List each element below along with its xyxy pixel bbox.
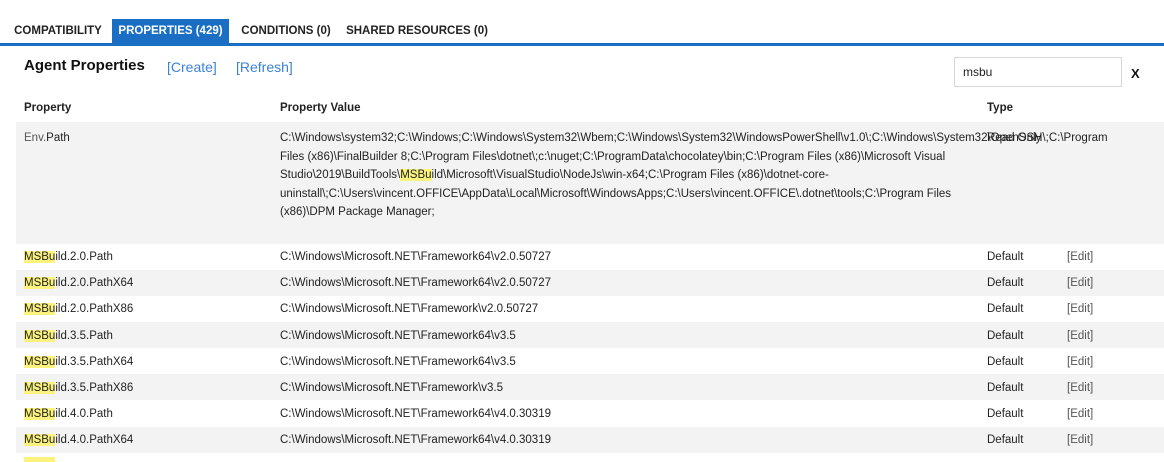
create-link[interactable]: [Create]	[167, 59, 217, 75]
edit-link[interactable]: [Edit]	[1067, 353, 1093, 372]
property-name: MSBuild.3.5.PathX64	[24, 356, 134, 368]
column-header-property-value[interactable]: Property Value	[280, 102, 361, 114]
tab-properties[interactable]: PROPERTIES (429)	[112, 19, 229, 43]
property-name: MSBuild.2.0.Path	[24, 251, 113, 263]
search-input[interactable]	[954, 57, 1122, 87]
page-title: Agent Properties	[24, 57, 145, 74]
property-type: Default	[987, 251, 1024, 263]
property-name: MSBuild.3.5.PathX86	[24, 382, 134, 394]
edit-link[interactable]: [Edit]	[1067, 248, 1093, 267]
property-value: C:\Windows\Microsoft.NET\Framework\v2.0.…	[280, 303, 539, 315]
table-row: MSBuild.2.0.PathX86 C:\Windows\Microsoft…	[16, 296, 1164, 322]
property-type: Default	[987, 408, 1024, 420]
property-value: C:\Windows\Microsoft.NET\Framework64\v3.…	[280, 356, 516, 368]
property-type: Default	[987, 434, 1024, 446]
property-value: C:\Windows\Microsoft.NET\Framework64\v4.…	[280, 434, 551, 446]
column-header-property[interactable]: Property	[24, 102, 71, 114]
search-highlight: MSBu	[24, 330, 56, 342]
edit-link[interactable]: [Edit]	[1067, 274, 1093, 293]
table-row: MSBuild.3.5.PathX64 C:\Windows\Microsoft…	[16, 348, 1164, 374]
property-type: Default	[987, 303, 1024, 315]
property-name: MSBuild.3.5.Path	[24, 330, 113, 342]
edit-link[interactable]: [Edit]	[1067, 379, 1093, 398]
property-type: Read Only	[987, 132, 1042, 144]
search-highlight: MSBu	[24, 408, 56, 420]
tab-compatibility[interactable]: COMPATIBILITY	[8, 19, 108, 43]
property-name: MSBuild.2.0.PathX86	[24, 303, 134, 315]
table-row: MSBuild.3.5.PathX86 C:\Windows\Microsoft…	[16, 374, 1164, 400]
search-highlight: MSBu	[24, 434, 56, 446]
column-header-type[interactable]: Type	[987, 102, 1013, 114]
property-value: C:\Windows\Microsoft.NET\Framework64\v4.…	[280, 408, 551, 420]
edit-link[interactable]: [Edit]	[1067, 300, 1093, 319]
property-value: C:\Windows\Microsoft.NET\Framework\v3.5	[280, 382, 504, 394]
table-row: MSBuild.4.0.PathX64 C:\Windows\Microsoft…	[16, 427, 1164, 453]
search-highlight: MSBu	[24, 356, 56, 368]
table-row: MSBuild.3.5.Path C:\Windows\Microsoft.NE…	[16, 322, 1164, 348]
property-value: C:\Windows\Microsoft.NET\Framework64\v2.…	[280, 277, 551, 289]
edit-link[interactable]: [Edit]	[1067, 327, 1093, 346]
property-name: MSBuild.2.0.PathX64	[24, 277, 134, 289]
edit-link[interactable]: [Edit]	[1067, 405, 1093, 424]
property-value: C:\Windows\system32;C:\Windows;C:\Window…	[280, 132, 1108, 218]
property-value: C:\Windows\Microsoft.NET\Framework64\v3.…	[280, 330, 516, 342]
property-name: MSBuild.4.0.Path	[24, 408, 113, 420]
property-type: Default	[987, 356, 1024, 368]
table-row: MSBuild.2.0.PathX64 C:\Windows\Microsoft…	[16, 270, 1164, 296]
table-row: MSBuild.4.0.Path C:\Windows\Microsoft.NE…	[16, 400, 1164, 427]
property-name: MSBuild.4.0.PathX64	[24, 434, 134, 446]
edit-link[interactable]: [Edit]	[1067, 431, 1093, 450]
property-type: Default	[987, 277, 1024, 289]
search-highlight: MSBu	[24, 382, 56, 394]
tab-conditions[interactable]: CONDITIONS (0)	[234, 19, 338, 43]
next-row-highlight	[24, 457, 55, 462]
search-highlight: MSBu	[400, 169, 432, 181]
property-type: Default	[987, 330, 1024, 342]
search-highlight: MSBu	[24, 277, 56, 289]
search-highlight: MSBu	[24, 251, 56, 263]
property-value: C:\Windows\Microsoft.NET\Framework64\v2.…	[280, 251, 551, 263]
property-name: Env.Path	[24, 132, 70, 144]
tab-bar: COMPATIBILITY PROPERTIES (429) CONDITION…	[0, 0, 1164, 46]
table-row: Env.Path C:\Windows\system32;C:\Windows;…	[16, 122, 1164, 244]
table-row: MSBuild.2.0.Path C:\Windows\Microsoft.NE…	[16, 244, 1164, 270]
search-highlight: MSBu	[24, 303, 56, 315]
clear-search-button[interactable]: X	[1131, 66, 1140, 81]
property-type: Default	[987, 382, 1024, 394]
refresh-link[interactable]: [Refresh]	[236, 59, 293, 75]
tab-shared-resources[interactable]: SHARED RESOURCES (0)	[344, 19, 490, 43]
